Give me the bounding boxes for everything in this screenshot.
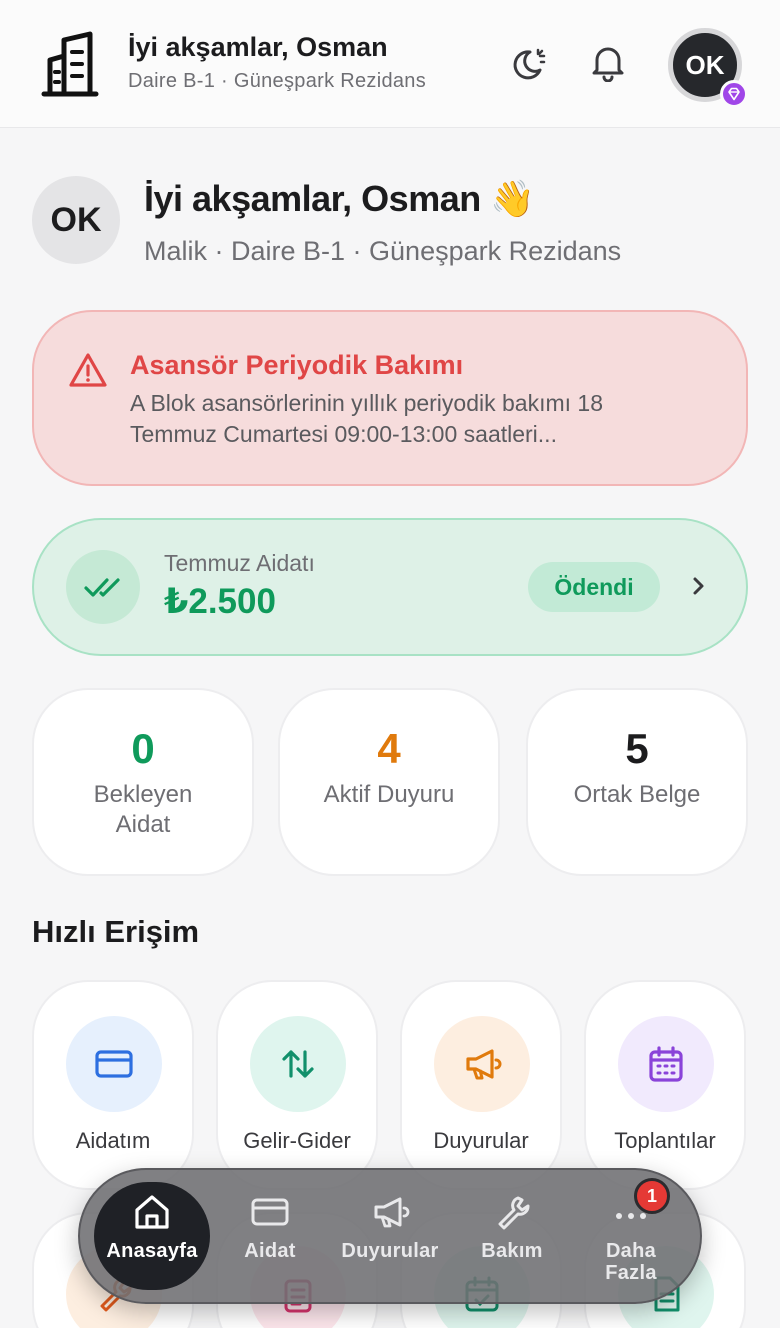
gem-icon (728, 87, 740, 101)
nav-label: Daha Fazla (605, 1240, 657, 1284)
wave-emoji: 👋 (490, 178, 535, 219)
alert-text: A Blok asansörlerinin yıllık periyodik b… (130, 390, 603, 447)
nav-label: Bakım (481, 1240, 543, 1262)
quick-access-dues[interactable]: Aidatım (32, 980, 194, 1190)
greeting-title: İyi akşamlar, Osman 👋 (144, 178, 535, 220)
wrench-icon (498, 1196, 530, 1230)
dues-status-badge: Ödendi (528, 562, 660, 612)
transfer-icon (282, 1050, 314, 1078)
maintenance-alert-card[interactable]: Asansör Periyodik Bakımı A Blok asansörl… (32, 310, 748, 486)
notifications-button[interactable] (586, 40, 630, 84)
quick-access-label: Gelir-Gider (243, 1128, 351, 1153)
double-check-icon (84, 578, 120, 597)
nav-dues[interactable]: Aidat (220, 1170, 320, 1306)
premium-badge (720, 80, 748, 108)
stat-label: Bekleyen Aidat (93, 781, 193, 838)
quick-access-icon-circle (66, 1016, 162, 1112)
megaphone-icon (374, 1197, 410, 1228)
stat-label: Ortak Belge (573, 781, 701, 808)
stat-value: 4 (377, 725, 401, 772)
home-icon (135, 1195, 169, 1229)
stat-value: 0 (131, 725, 155, 772)
bottom-navigation: Anasayfa Aidat Duyurular Bakım Daha Fazl… (78, 1168, 702, 1304)
nav-notification-badge: 1 (634, 1178, 670, 1214)
quick-access-title: Hızlı Erişim (32, 914, 200, 949)
building-icon (41, 31, 99, 97)
quick-access-announcements[interactable]: Duyurular (400, 980, 562, 1190)
header-subtitle: Daire B-1 · Güneşpark Rezidans (128, 70, 427, 92)
quick-access-label: Toplantılar (614, 1128, 716, 1153)
nav-announcements[interactable]: Duyurular (330, 1170, 450, 1306)
quick-access-label: Duyurular (433, 1128, 529, 1153)
stat-label: Aktif Duyuru (323, 781, 455, 808)
card-icon (251, 1198, 289, 1226)
quick-access-meetings[interactable]: Toplantılar (584, 980, 746, 1190)
quick-access-icon-circle (618, 1016, 714, 1112)
greeting-text: İyi akşamlar, Osman (144, 178, 481, 219)
dues-check-badge (66, 550, 140, 624)
quick-access-income-expense[interactable]: Gelir-Gider (216, 980, 378, 1190)
stat-card-active-announcements[interactable]: 4 Aktif Duyuru (278, 688, 500, 876)
stat-card-shared-documents[interactable]: 5 Ortak Belge (526, 688, 748, 876)
warning-icon (69, 353, 107, 387)
card-icon (95, 1050, 133, 1078)
greeting-subtitle: Malik · Daire B-1 · Güneşpark Rezidans (144, 236, 622, 266)
megaphone-icon (466, 1049, 502, 1080)
quick-access-icon-circle (250, 1016, 346, 1112)
dues-label: Temmuz Aidatı (164, 550, 315, 576)
dues-status-card[interactable]: Temmuz Aidatı ₺2.500 Ödendi (32, 518, 748, 656)
nav-label: Aidat (244, 1240, 296, 1262)
nav-label: Duyurular (341, 1240, 439, 1262)
theme-toggle-icon (513, 48, 546, 80)
stat-value: 5 (625, 725, 649, 772)
bell-icon (592, 47, 624, 82)
nav-home[interactable]: Anasayfa (94, 1170, 210, 1306)
nav-maintenance[interactable]: Bakım (462, 1170, 562, 1306)
calendar-icon (649, 1046, 683, 1082)
theme-toggle-button[interactable] (506, 42, 550, 86)
quick-access-icon-circle (434, 1016, 530, 1112)
greeting-avatar: OK (32, 176, 120, 264)
top-bar: İyi akşamlar, Osman Daire B-1 · Güneşpar… (0, 0, 780, 128)
dues-amount: ₺2.500 (164, 582, 276, 621)
chevron-right-icon (693, 577, 704, 595)
quick-access-label: Aidatım (75, 1128, 151, 1153)
alert-title: Asansör Periyodik Bakımı (130, 350, 464, 380)
stat-card-pending-dues[interactable]: 0 Bekleyen Aidat (32, 688, 254, 876)
header-title: İyi akşamlar, Osman (128, 32, 388, 62)
nav-label: Anasayfa (106, 1240, 198, 1262)
